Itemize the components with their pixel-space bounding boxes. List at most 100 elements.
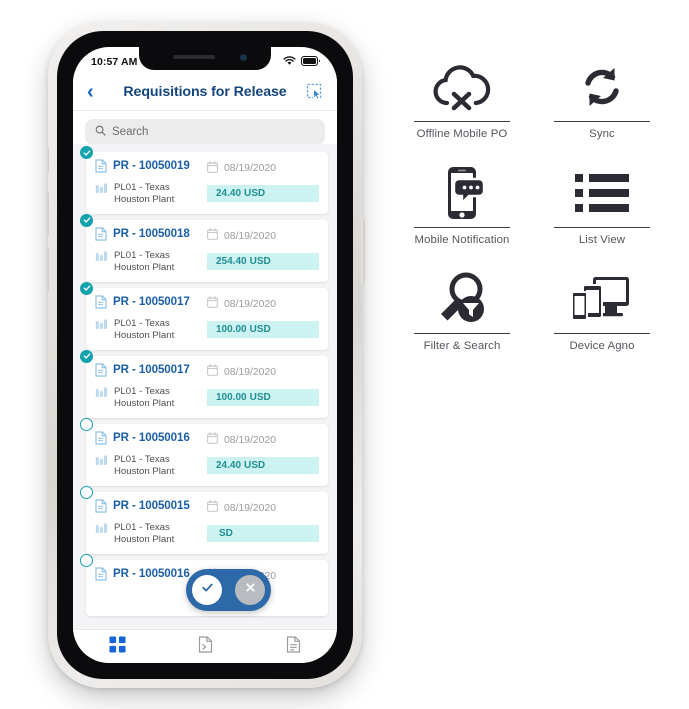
plant-name: PL01 - Texas Houston Plant — [114, 249, 175, 273]
calendar-icon — [207, 160, 218, 178]
tab-dashboard[interactable] — [73, 635, 161, 658]
feature-filter-search: Filter & Search — [392, 268, 532, 352]
tab-requisitions[interactable] — [161, 635, 249, 658]
row-selected-checkbox[interactable] — [80, 213, 93, 227]
feature-sync: Sync — [532, 56, 672, 140]
feature-grid: Offline Mobile PO Sync Mobile Notificati… — [392, 56, 672, 352]
table-row[interactable]: PR - 10050017 08/19/2020 PL01 - Texas Ho… — [80, 281, 328, 350]
table-row[interactable]: PR - 10050018 08/19/2020 PL01 - Texas Ho… — [80, 213, 328, 282]
list-view-icon — [575, 162, 629, 224]
plant-chart-icon — [95, 522, 108, 540]
plant-name: PL01 - Texas Houston Plant — [114, 317, 175, 341]
divider — [554, 227, 650, 228]
row-unselected-checkbox[interactable] — [80, 417, 93, 431]
feature-label: Filter & Search — [423, 340, 501, 352]
pr-number: PR - 10050016 — [113, 566, 190, 580]
requisition-date: 08/19/2020 — [224, 298, 277, 310]
grid-dashboard-icon — [108, 635, 126, 658]
amount-value: 100.00 USD — [207, 321, 319, 339]
phone-notch — [139, 47, 271, 70]
plant-name: PL01 - Texas Houston Plant — [114, 182, 175, 205]
requisition-date: 08/19/2020 — [224, 502, 277, 514]
divider — [554, 333, 650, 334]
row-selected-checkbox[interactable] — [80, 146, 93, 159]
table-row[interactable]: PR - 10050019 08/19/2020 PL01 - Texas Ho… — [80, 146, 328, 214]
phone-screen: 10:57 AM ‹ Requisitions for Release Sear… — [73, 47, 337, 663]
plant-chart-icon — [95, 182, 108, 200]
plant-name: PL01 - Texas Houston Plant — [114, 521, 175, 545]
plant-chart-icon — [95, 318, 108, 336]
volume-up-button[interactable] — [45, 192, 49, 236]
mobile-notification-icon — [439, 162, 485, 224]
feature-offline-mobile-po: Offline Mobile PO — [392, 56, 532, 140]
feature-mobile-notification: Mobile Notification — [392, 162, 532, 246]
bottom-tab-bar — [73, 629, 337, 663]
silent-switch[interactable] — [46, 148, 49, 172]
calendar-icon — [207, 227, 218, 245]
wifi-icon — [283, 53, 296, 71]
requisition-date: 08/19/2020 — [224, 230, 277, 242]
pr-number: PR - 10050018 — [113, 226, 190, 240]
phone-mockup: 10:57 AM ‹ Requisitions for Release Sear… — [45, 22, 365, 688]
filter-search-icon — [433, 268, 491, 330]
table-row[interactable]: PR - 10050015 08/19/2020 PL01 - Texas Ho… — [80, 485, 328, 554]
document-icon — [95, 159, 107, 178]
amount-value: 24.40 USD — [207, 185, 319, 203]
requisition-date: 08/19/2020 — [224, 366, 277, 378]
amount-value: SD — [207, 525, 319, 543]
divider — [414, 121, 510, 122]
pr-number: PR - 10050016 — [113, 430, 190, 444]
table-row[interactable]: PR - 10050016 08/19/2020 — [80, 417, 328, 486]
page-title: Requisitions for Release — [123, 83, 287, 100]
amount-value: 254.40 USD — [207, 253, 319, 271]
pr-number: PR - 10050017 — [113, 294, 190, 308]
select-all-cursor-icon[interactable] — [305, 82, 325, 102]
feature-label: Offline Mobile PO — [416, 128, 508, 140]
back-button[interactable]: ‹ — [87, 82, 105, 102]
battery-icon — [301, 53, 321, 71]
requisition-date: 08/19/2020 — [224, 163, 277, 174]
approve-reject-action-pill — [186, 569, 271, 611]
search-placeholder: Search — [112, 126, 149, 138]
pr-number: PR - 10050015 — [113, 498, 190, 512]
search-input[interactable]: Search — [85, 119, 325, 145]
divider — [554, 121, 650, 122]
front-camera-icon — [240, 54, 247, 61]
document-icon — [95, 567, 107, 586]
close-x-icon — [244, 581, 257, 599]
feature-list-view: List View — [532, 162, 672, 246]
calendar-icon — [207, 499, 218, 517]
feature-label: Sync — [589, 128, 615, 140]
check-icon — [201, 581, 214, 599]
reject-button[interactable] — [235, 575, 265, 605]
plant-chart-icon — [95, 386, 108, 404]
document-icon — [95, 295, 107, 314]
table-row[interactable]: PR - 10050017 08/19/2020 PL01 - Texas Ho… — [80, 349, 328, 418]
feature-device-agnostic: Device Agno — [532, 268, 672, 352]
amount-value: 100.00 USD — [207, 389, 319, 407]
status-time: 10:57 AM — [91, 55, 138, 68]
row-selected-checkbox[interactable] — [80, 281, 93, 295]
pr-number: PR - 10050019 — [113, 159, 190, 172]
tab-documents[interactable] — [249, 635, 337, 658]
sync-refresh-icon — [578, 56, 626, 118]
power-button[interactable] — [361, 218, 365, 284]
calendar-icon — [207, 431, 218, 449]
row-selected-checkbox[interactable] — [80, 349, 93, 363]
divider — [414, 227, 510, 228]
document-arrow-icon — [198, 635, 213, 658]
document-icon — [95, 431, 107, 450]
device-agnostic-icon — [571, 268, 633, 330]
cloud-offline-icon — [429, 56, 495, 118]
requisition-date: 08/19/2020 — [224, 434, 277, 446]
plant-name: PL01 - Texas Houston Plant — [114, 385, 175, 409]
approve-button[interactable] — [192, 575, 222, 605]
pr-number: PR - 10050017 — [113, 362, 190, 376]
requisition-list[interactable]: PR - 10050019 08/19/2020 PL01 - Texas Ho… — [73, 144, 337, 629]
search-icon — [95, 123, 106, 141]
plant-name: PL01 - Texas Houston Plant — [114, 453, 175, 477]
row-unselected-checkbox[interactable] — [80, 485, 93, 499]
divider — [414, 333, 510, 334]
row-unselected-checkbox[interactable] — [80, 553, 93, 567]
volume-down-button[interactable] — [45, 248, 49, 292]
